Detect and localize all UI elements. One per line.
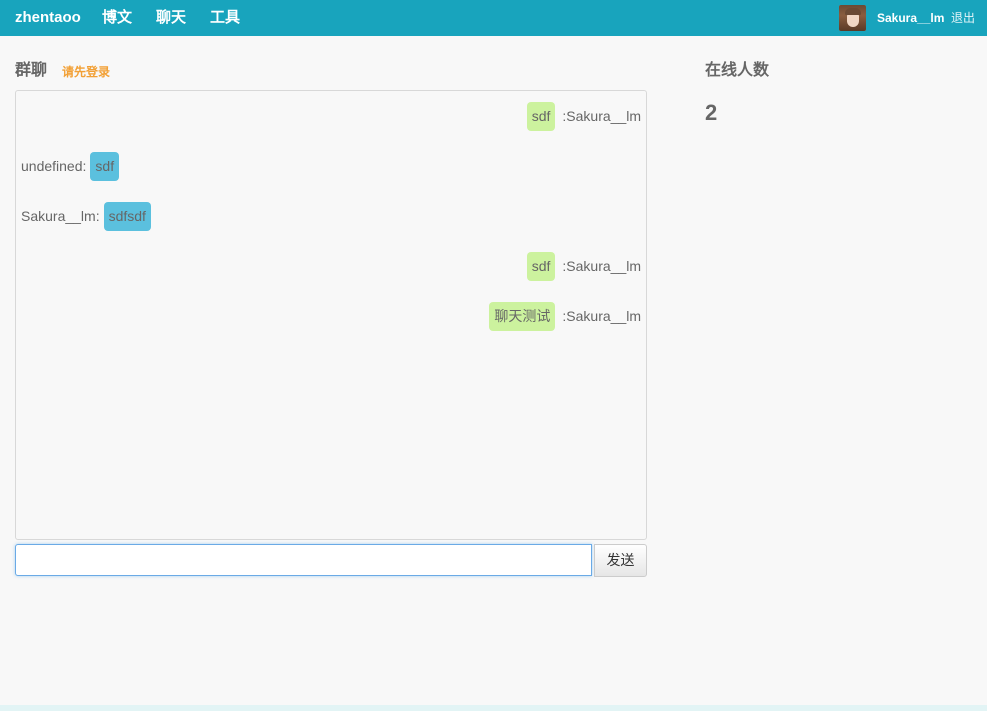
- message-sender: Sakura__lm:: [21, 208, 100, 224]
- online-users-count: 2: [705, 100, 718, 125]
- nav-item-posts[interactable]: 博文: [102, 9, 132, 27]
- message-sender: undefined:: [21, 158, 87, 174]
- message-sender: :Sakura__lm: [562, 108, 641, 124]
- online-users-title: 在线人数: [705, 62, 770, 79]
- chat-message: sdf :Sakura__lm: [526, 251, 641, 281]
- chat-title: 群聊: [15, 62, 48, 79]
- avatar-bangs: [845, 8, 861, 15]
- message-bubble: 聊天测试: [489, 301, 556, 331]
- chat-message: sdf :Sakura__lm: [526, 101, 641, 131]
- footer-strip: [0, 705, 987, 711]
- message-bubble: sdf: [526, 251, 556, 281]
- brand-link[interactable]: zhentaoo: [15, 9, 81, 27]
- login-link[interactable]: 请先登录: [62, 65, 110, 79]
- message-bubble: sdf: [526, 101, 556, 131]
- avatar[interactable]: [839, 5, 866, 31]
- top-navbar: zhentaoo 博文 聊天 工具 Sakura__lm 退出: [0, 0, 987, 36]
- chat-message-box[interactable]: sdf :Sakura__lm undefined: sdf Sakura__l…: [15, 90, 647, 540]
- chat-message: Sakura__lm: sdfsdf: [21, 201, 151, 231]
- message-bubble: sdfsdf: [103, 201, 151, 231]
- message-sender: :Sakura__lm: [562, 258, 641, 274]
- nav-item-chat[interactable]: 聊天: [156, 9, 186, 27]
- message-sender: :Sakura__lm: [562, 308, 641, 324]
- send-button[interactable]: 发送: [594, 544, 647, 577]
- username-link[interactable]: Sakura__lm: [877, 11, 944, 25]
- message-bubble: sdf: [90, 151, 120, 181]
- message-input[interactable]: [15, 544, 592, 576]
- logout-link[interactable]: 退出: [951, 11, 975, 25]
- chat-message: 聊天测试 :Sakura__lm: [489, 301, 641, 331]
- nav-item-tools[interactable]: 工具: [210, 9, 240, 27]
- chat-message: undefined: sdf: [21, 151, 120, 181]
